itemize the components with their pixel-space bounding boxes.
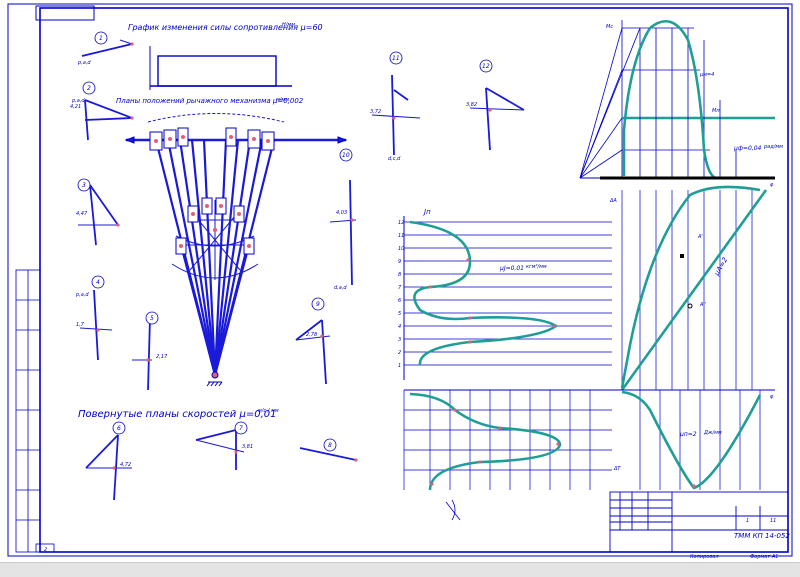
kinetic-grid: [403, 389, 775, 490]
inertia-axis-ticks: 12 11 10 9 8 7 6 5 4 3 2 1: [398, 220, 404, 369]
svg-text:8: 8: [398, 272, 401, 278]
footer-right: Формат А1: [750, 554, 778, 560]
delta-a-label: ΔA: [609, 198, 617, 204]
title-block-code: ТММ КП 14-052: [734, 532, 790, 540]
drawing-sheet: 2 График изменения силы сопротивления μ=…: [7, 3, 793, 560]
svg-text:р,а,d: р,а,d: [75, 292, 89, 298]
svg-text:3,72: 3,72: [370, 109, 381, 115]
phi-label-2: φ: [770, 182, 774, 188]
svg-text:2,78: 2,78: [306, 332, 317, 338]
plan-vector-labels: р,а,d р,а,d р,а,d d,c,d d,a,d 4,21 4,47 …: [70, 60, 477, 468]
point-marker-square: [680, 254, 684, 258]
viewer-status-strip: [0, 562, 800, 577]
delta-t-curve: [409, 392, 562, 491]
svg-text:1: 1: [398, 363, 401, 369]
point-marker-circle: [687, 303, 693, 309]
inertia-curve: [409, 220, 559, 366]
svg-text:12: 12: [482, 63, 490, 70]
force-graph: [149, 46, 292, 90]
mu-phi-unit: рад/мм: [763, 144, 783, 150]
energy-curve-bottom: [621, 390, 762, 490]
svg-text:4,72: 4,72: [120, 462, 131, 468]
mr-label: Мп: [712, 108, 720, 114]
svg-text:2,17: 2,17: [156, 354, 168, 360]
title-block-sheet: 1: [746, 518, 749, 524]
mu-n-label: μп=2: [679, 431, 697, 438]
svg-text:3: 3: [82, 182, 86, 189]
corner-number: 2: [44, 547, 47, 553]
velocity-plans: [78, 39, 525, 501]
a-dprime-label: A'': [699, 302, 706, 308]
svg-text:4,47: 4,47: [76, 211, 88, 217]
svg-text:9: 9: [398, 259, 401, 265]
svg-text:d,a,d: d,a,d: [334, 285, 347, 291]
svg-text:4,21: 4,21: [70, 104, 81, 110]
svg-text:4: 4: [96, 279, 100, 286]
svg-text:5: 5: [150, 315, 154, 322]
svg-text:4: 4: [398, 324, 401, 330]
svg-text:10: 10: [342, 152, 350, 159]
outer-frame: [7, 3, 793, 557]
phi-label-1: φ: [770, 394, 774, 400]
inertia-markers: [428, 258, 556, 344]
svg-text:9: 9: [316, 301, 320, 308]
jn-label: Jп: [422, 208, 431, 216]
plan-markers: [96, 42, 492, 470]
delta-t-label: ΔT: [613, 466, 621, 472]
svg-text:8: 8: [328, 442, 332, 449]
svg-text:7: 7: [239, 425, 243, 432]
plan-number-circles: [77, 31, 493, 452]
positions-plan-unit: м/мм: [276, 97, 289, 103]
svg-text:1,7: 1,7: [76, 322, 85, 328]
moment-graph: [579, 20, 775, 179]
velocity-plans-title: Повернутые планы скоростей μ=0,01: [78, 409, 277, 420]
mu-phi-label: μф=0,04: [733, 145, 762, 152]
velocity-plans-unit: м/с / мм: [258, 408, 279, 414]
title-block: [609, 491, 789, 553]
svg-text:12: 12: [398, 220, 404, 226]
svg-text:2: 2: [87, 85, 91, 92]
left-margin-table: [15, 269, 41, 553]
force-graph-unit: Н/мм: [282, 22, 295, 28]
a-prime-label: A': [697, 234, 703, 240]
svg-text:11: 11: [392, 55, 400, 62]
svg-text:d,c,d: d,c,d: [388, 156, 401, 162]
mu-n-unit: Дж/мм: [703, 430, 722, 436]
inertia-grid: [403, 216, 612, 380]
svg-text:6: 6: [398, 298, 401, 304]
ground-support: [206, 371, 223, 387]
small-angle-mark: [445, 499, 461, 521]
svg-text:11: 11: [398, 233, 404, 239]
svg-text:3: 3: [398, 337, 401, 343]
svg-text:3,82: 3,82: [466, 102, 477, 108]
svg-text:6: 6: [117, 425, 121, 432]
mu-j-unit: кгм²/мм: [526, 264, 547, 270]
svg-text:5: 5: [398, 311, 401, 317]
svg-text:р,а,d: р,а,d: [77, 60, 91, 66]
svg-text:2: 2: [398, 350, 401, 356]
svg-text:1: 1: [99, 35, 103, 42]
svg-text:4,03: 4,03: [336, 210, 347, 216]
svg-text:7: 7: [398, 285, 402, 291]
work-curve-1: [620, 185, 761, 389]
inner-frame: [39, 7, 789, 553]
title-block-sheets: 11: [770, 518, 776, 524]
footer-left: Копировал: [690, 554, 719, 560]
svg-text:10: 10: [398, 246, 404, 252]
mu-j-label: μJ=0,01: [499, 265, 524, 272]
svg-text:3,81: 3,81: [242, 444, 253, 450]
mu-m-label: μм=4: [699, 72, 714, 78]
moment-curve: [622, 19, 717, 180]
mc-label: Мс: [606, 24, 613, 30]
